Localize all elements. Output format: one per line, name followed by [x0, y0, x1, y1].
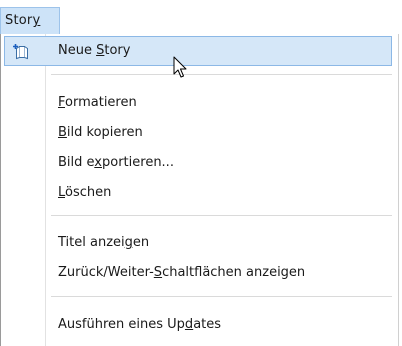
menu-item-show-title[interactable]: Titel anzeigen — [4, 228, 392, 258]
run-update-label-post: ates — [193, 317, 222, 332]
nav-buttons-mnemonic: S — [153, 265, 163, 280]
delete-label-post: öschen — [65, 185, 112, 200]
menu-story-label-a: Stor — [5, 13, 33, 28]
story-dropdown-menu: Neue Story Formatieren Bild kopieren Bil… — [0, 34, 399, 346]
menu-item-show-nav-buttons[interactable]: Zurück/Weiter-Schaltflächen anzeigen — [4, 258, 392, 288]
copy-image-mnemonic: B — [58, 125, 67, 140]
separator — [51, 296, 392, 297]
format-mnemonic: F — [58, 95, 66, 110]
menu-item-new-story[interactable]: Neue Story — [4, 36, 392, 66]
separator — [51, 215, 392, 216]
menu-item-export-image[interactable]: Bild exportieren... — [4, 148, 392, 178]
menu-item-run-update[interactable]: Ausführen eines Updates — [4, 310, 392, 340]
run-update-mnemonic: d — [184, 317, 194, 332]
show-title-mnemonic: g — [124, 235, 133, 250]
menu-story[interactable]: Story — [0, 7, 60, 35]
copy-image-label-post: ild kopieren — [66, 125, 143, 140]
export-image-label-post: portieren... — [102, 155, 174, 170]
export-image-label-pre: Bild e — [58, 155, 95, 170]
show-title-label-post: en — [132, 235, 150, 250]
menu-bar: Story — [0, 0, 402, 36]
menu-item-delete[interactable]: Löschen — [4, 178, 392, 208]
nav-buttons-label-pre: Zurück/Weiter- — [58, 265, 154, 280]
show-title-label-pre: Titel anzei — [58, 235, 125, 250]
new-story-label-post: tory — [104, 43, 131, 58]
export-image-mnemonic: x — [94, 155, 102, 170]
new-story-label-pre: Neue — [58, 43, 97, 58]
menu-item-format[interactable]: Formatieren — [4, 88, 392, 118]
new-story-icon — [13, 43, 31, 60]
nav-buttons-label-post: chaltflächen anzeigen — [162, 265, 306, 280]
format-label-post: ormatieren — [65, 95, 137, 110]
menu-item-copy-image[interactable]: Bild kopieren — [4, 118, 392, 148]
run-update-label-pre: Ausführen eines Up — [58, 317, 185, 332]
separator — [51, 74, 392, 75]
delete-mnemonic: L — [58, 185, 66, 200]
menu-story-mnemonic: y — [32, 13, 41, 28]
mouse-pointer-icon — [173, 56, 189, 80]
